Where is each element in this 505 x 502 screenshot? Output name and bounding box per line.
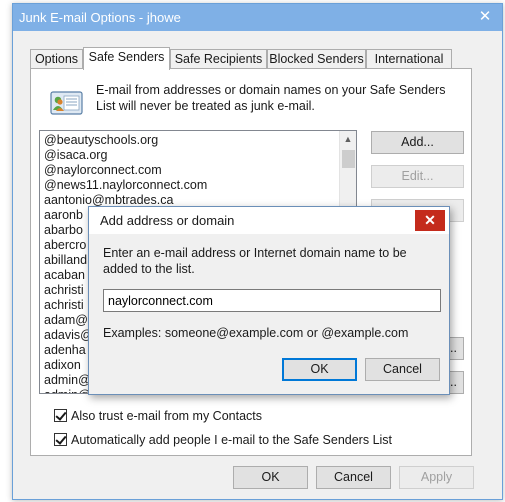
add-address-prompt: Enter an e-mail address or Internet doma… [103,246,407,276]
junk-email-options-dialog: Junk E-mail Options - jhowe ✕ Options Sa… [12,3,503,500]
scroll-thumb[interactable] [342,150,355,168]
safe-sender-item[interactable]: @beautyschools.org [44,133,339,148]
scroll-up-icon[interactable]: ▲ [340,131,356,148]
tab-blocked-senders[interactable]: Blocked Senders [267,49,366,69]
trust-contacts-checkbox[interactable] [54,409,67,422]
trust-contacts-option[interactable]: Also trust e-mail from my Contacts [54,408,262,424]
add-button[interactable]: Add... [371,131,464,154]
add-address-title-bar: Add address or domain ✕ [89,207,449,234]
tab-international[interactable]: International [366,49,452,69]
window-title: Junk E-mail Options - jhowe [19,10,181,25]
tab-options[interactable]: Options [30,49,83,69]
safe-sender-item[interactable]: @news11.naylorconnect.com [44,178,339,193]
add-address-dialog: Add address or domain ✕ Enter an e-mail … [88,206,450,395]
add-address-close-icon[interactable]: ✕ [415,210,445,231]
add-address-ok-button[interactable]: OK [282,358,357,381]
auto-add-label: Automatically add people I e-mail to the… [71,433,393,447]
add-address-examples: Examples: someone@example.com or @exampl… [103,326,409,340]
auto-add-option[interactable]: Automatically add people I e-mail to the… [54,432,392,448]
window-close-icon[interactable]: ✕ [472,7,498,27]
safe-senders-description: E-mail from addresses or domain names on… [96,83,446,113]
safe-sender-item[interactable]: @naylorconnect.com [44,163,339,178]
apply-button[interactable]: Apply [399,466,474,489]
cancel-button[interactable]: Cancel [316,466,391,489]
add-address-title: Add address or domain [100,213,235,228]
ok-button[interactable]: OK [233,466,308,489]
trust-contacts-label: Also trust e-mail from my Contacts [71,409,263,423]
title-bar: Junk E-mail Options - jhowe ✕ [13,4,502,31]
edit-button[interactable]: Edit... [371,165,464,188]
tab-safe-recipients[interactable]: Safe Recipients [170,49,267,69]
add-address-cancel-button[interactable]: Cancel [365,358,440,381]
safe-sender-item[interactable]: @isaca.org [44,148,339,163]
address-book-icon [50,91,83,115]
auto-add-checkbox[interactable] [54,433,67,446]
tab-safe-senders[interactable]: Safe Senders [83,47,170,70]
address-input[interactable] [103,289,441,312]
